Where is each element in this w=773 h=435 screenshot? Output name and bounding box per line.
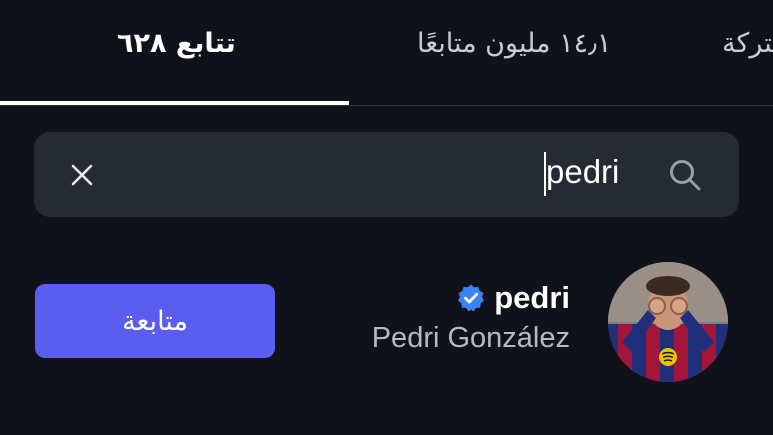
search-input[interactable]: pedri [546,153,619,191]
search-bar: pedri [34,132,739,217]
follow-button[interactable]: متابعة [35,284,275,358]
verified-badge-icon [458,284,485,312]
username-line: pedri [456,280,570,316]
avatar-photo [608,262,728,382]
avatar[interactable] [608,262,728,382]
following-search-page: تتابع ٦٢٨ ١٤٫١ مليون متابعًا مشتركة pedr… [0,0,773,435]
clear-icon[interactable] [68,161,96,189]
tab-bar: تتابع ٦٢٨ ١٤٫١ مليون متابعًا مشتركة [0,0,773,106]
full-name: Pedri González [371,322,570,354]
tab-mutual[interactable]: مشتركة [722,28,773,59]
list-item[interactable]: متابعة pedri Pedri González [0,258,773,388]
tab-following[interactable]: تتابع ٦٢٨ [117,28,236,59]
tab-divider [0,105,773,106]
username[interactable]: pedri [494,280,570,316]
search-icon[interactable] [668,158,702,192]
text-caret [544,152,546,196]
tab-followers[interactable]: ١٤٫١ مليون متابعًا [417,28,611,59]
